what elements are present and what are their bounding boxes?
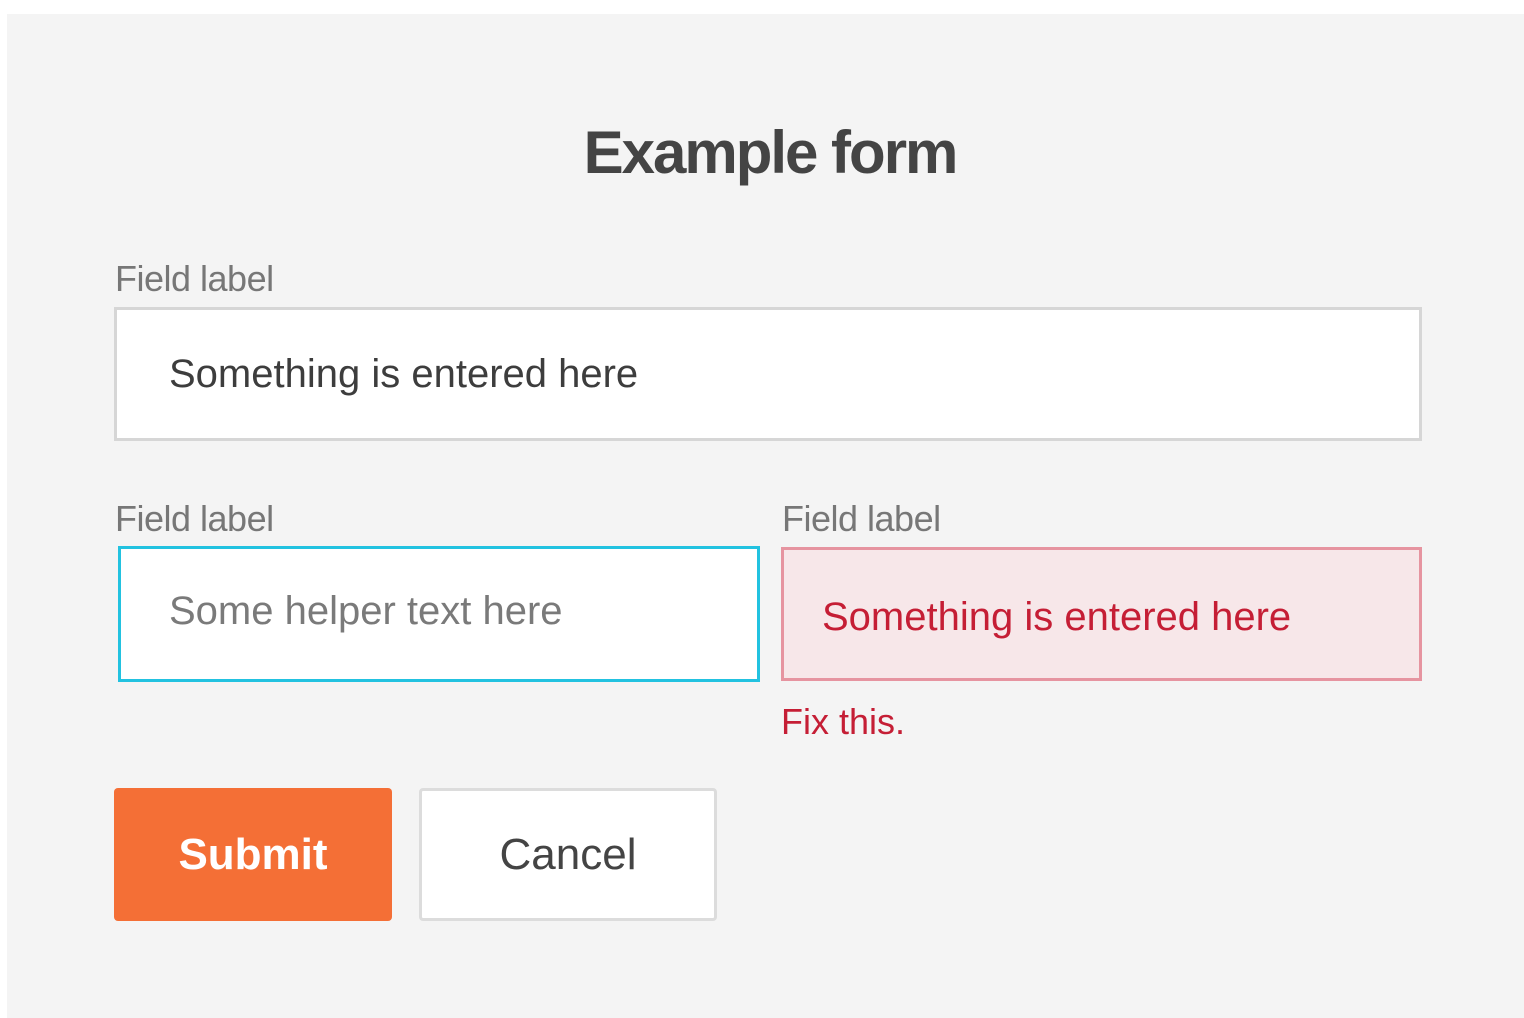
field2-label: Field label (115, 498, 274, 539)
field3-label: Field label (782, 498, 941, 539)
field1-label: Field label (115, 258, 274, 299)
form-title: Example form (583, 119, 959, 186)
field1-input[interactable] (114, 307, 1422, 441)
field3-error-message: Fix this. (781, 701, 906, 742)
field3-input[interactable] (781, 547, 1422, 681)
submit-button[interactable]: Submit (114, 788, 392, 921)
cancel-button[interactable]: Cancel (419, 788, 717, 921)
field2-input[interactable] (118, 546, 760, 682)
